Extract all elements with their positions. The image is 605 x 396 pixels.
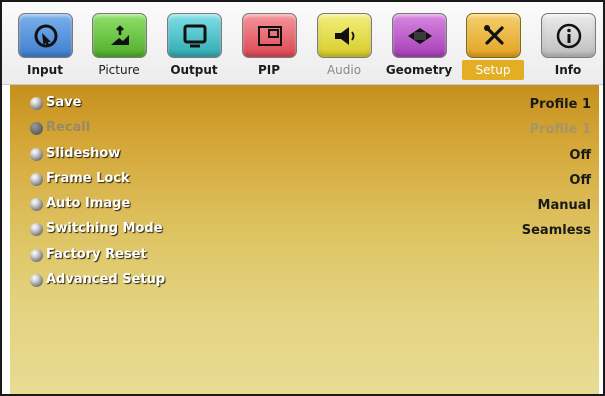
pip-icon [242,13,297,58]
osd-screen: Input Picture Output PIP Audio Geometry … [0,0,605,396]
menu-item-value: Profile 1 [529,97,591,112]
tab-input[interactable]: Input [14,13,76,83]
setup-icon [466,13,521,58]
menu-item-label: Auto Image [46,196,131,211]
menu-item-label: Switching Mode [46,221,163,236]
audio-icon [317,13,372,58]
tab-bar: Input Picture Output PIP Audio Geometry … [2,2,603,85]
geometry-icon [392,13,447,58]
setup-menu: Save Profile 1 Recall Profile 1 Slidesho… [10,85,599,394]
tab-geometry-label: Geometry [385,63,453,77]
tab-pip-label: PIP [257,63,281,77]
tab-picture-label: Picture [98,63,140,77]
menu-item-slideshow[interactable]: Slideshow Off [10,143,599,167]
menu-item-value: Off [569,148,591,163]
bullet-icon [30,249,43,262]
bullet-icon [30,97,43,110]
menu-item-label: Recall [46,120,91,135]
tab-input-label: Input [27,63,63,77]
bullet-icon [30,223,43,236]
tab-geometry[interactable]: Geometry [386,13,452,83]
info-icon [541,13,596,58]
menu-item-save[interactable]: Save Profile 1 [10,92,599,116]
tab-setup[interactable]: Setup [462,13,524,83]
tab-audio[interactable]: Audio [313,13,375,83]
menu-item-advanced-setup[interactable]: Advanced Setup [10,269,599,293]
menu-item-auto-image[interactable]: Auto Image Manual [10,193,599,217]
bullet-icon [30,198,43,211]
menu-item-frame-lock[interactable]: Frame Lock Off [10,168,599,192]
tab-setup-label: Setup [462,60,524,80]
menu-item-value: Manual [537,198,591,213]
menu-item-factory-reset[interactable]: Factory Reset [10,244,599,268]
tab-output-label: Output [170,63,218,77]
menu-item-value: Off [569,173,591,188]
tab-audio-label: Audio [326,63,362,77]
bullet-icon [30,122,43,135]
menu-item-value: Profile 1 [529,122,591,137]
menu-item-value: Seamless [521,223,591,238]
menu-item-label: Slideshow [46,146,121,161]
picture-icon [92,13,147,58]
tab-output[interactable]: Output [163,13,225,83]
menu-item-label: Frame Lock [46,171,130,186]
tab-info-label: Info [554,63,582,77]
tab-picture[interactable]: Picture [88,13,150,83]
bullet-icon [30,274,43,287]
bullet-icon [30,148,43,161]
output-icon [167,13,222,58]
input-icon [18,13,73,58]
bullet-icon [30,173,43,186]
tab-info[interactable]: Info [537,13,599,83]
menu-item-label: Advanced Setup [46,272,166,287]
tab-pip[interactable]: PIP [238,13,300,83]
menu-item-label: Factory Reset [46,247,147,262]
menu-item-label: Save [46,95,82,110]
menu-item-switching-mode[interactable]: Switching Mode Seamless [10,218,599,242]
menu-item-recall: Recall Profile 1 [10,117,599,141]
